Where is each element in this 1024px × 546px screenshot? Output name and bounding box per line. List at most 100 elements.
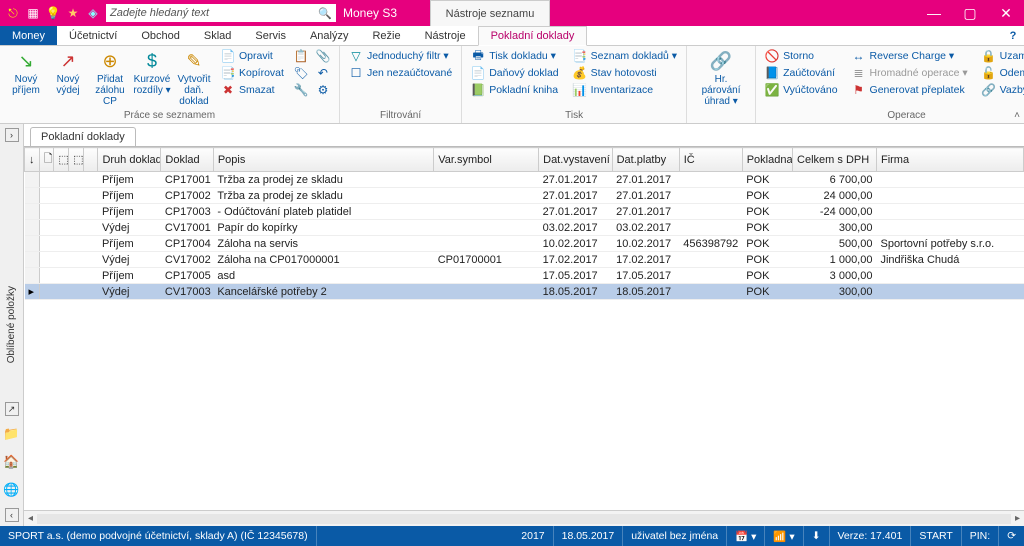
maximize-button[interactable]: ▢: [952, 0, 988, 26]
tisk-dokladu-button[interactable]: 🖶Tisk dokladu ▾: [468, 48, 561, 64]
qat-icon-3[interactable]: 💡: [46, 6, 60, 20]
menu-ucetnictvi[interactable]: Účetnictví: [57, 26, 129, 45]
status-download-icon[interactable]: ⬇: [804, 526, 830, 546]
minimize-button[interactable]: —: [916, 0, 952, 26]
ribbon-misc-4[interactable]: 📎: [313, 48, 333, 64]
ribbon-misc-6[interactable]: ⚙: [313, 82, 333, 98]
col-flag1[interactable]: 🗋: [39, 148, 54, 172]
search-icon[interactable]: 🔍: [318, 7, 332, 20]
kurzove-rozdily-button[interactable]: $Kurzové rozdíly ▾: [132, 48, 172, 109]
pokladni-kniha-button[interactable]: 📗Pokladní kniha: [468, 82, 561, 98]
rail-globe-icon[interactable]: 🌐: [4, 482, 20, 498]
seznam-dokladu-button[interactable]: 📑Seznam dokladů ▾: [570, 48, 680, 64]
col-popis[interactable]: Popis: [213, 148, 433, 172]
ribbon-misc-5[interactable]: ↶: [313, 65, 333, 81]
generovat-preplatek-button[interactable]: ⚑Generovat přeplatek: [849, 82, 971, 98]
menu-analyzy[interactable]: Analýzy: [298, 26, 361, 45]
menu-servis[interactable]: Servis: [243, 26, 298, 45]
ribbon-misc-3[interactable]: 🔧: [291, 82, 311, 98]
inventarizace-button[interactable]: 📊Inventarizace: [570, 82, 680, 98]
status-cal-icon[interactable]: 📅 ▾: [727, 526, 765, 546]
col-flag4[interactable]: [83, 148, 98, 172]
table-row[interactable]: PříjemCP17003- Odúčtování plateb platide…: [25, 204, 1024, 220]
menu-nastroje[interactable]: Nástroje: [413, 26, 478, 45]
zauctovani-button[interactable]: 📘Zaúčtování: [762, 65, 840, 81]
col-pok[interactable]: Pokladna: [742, 148, 792, 172]
jen-nezauctovane-button[interactable]: ☐Jen nezaúčtované: [346, 65, 455, 81]
table-row[interactable]: VýdejCV17001Papír do kopírky03.02.201703…: [25, 220, 1024, 236]
add-icon: ⊕: [98, 50, 122, 74]
data-grid[interactable]: ↓ 🗋 ⬚ ⬚ Druh dokladu Doklad Popis Var.sy…: [24, 147, 1024, 300]
smazat-button[interactable]: ✖Smazat: [218, 82, 287, 98]
status-pin[interactable]: PIN:: [962, 526, 999, 546]
ribbon-collapse-button[interactable]: ˄: [1014, 110, 1020, 121]
uzamceni-button[interactable]: 🔒Uzamčení: [979, 48, 1024, 64]
table-row[interactable]: PříjemCP17002Tržba za prodej ze skladu27…: [25, 188, 1024, 204]
vytvorit-dan-doklad-button[interactable]: ✎Vytvořit daň. doklad: [174, 48, 214, 109]
horizontal-scrollbar[interactable]: ◂ ▸: [24, 510, 1024, 526]
col-druh[interactable]: Druh dokladu: [98, 148, 161, 172]
status-user[interactable]: uživatel bez jména: [623, 526, 727, 546]
vyuctovano-button[interactable]: ✅Vyúčtováno: [762, 82, 840, 98]
kopirovat-button[interactable]: 📑Kopírovat: [218, 65, 287, 81]
stav-hotovosti-button[interactable]: 💰Stav hotovosti: [570, 65, 680, 81]
col-flag2[interactable]: ⬚: [54, 148, 69, 172]
rail-toggle-mid[interactable]: ↗: [5, 402, 19, 416]
ribbon-misc-1[interactable]: 📋: [291, 48, 311, 64]
menu-obchod[interactable]: Obchod: [129, 26, 192, 45]
ribbon-misc-2[interactable]: 🏷: [291, 65, 311, 81]
novy-prijem-button[interactable]: ↘Nový příjem: [6, 48, 46, 109]
hromadne-operace-button[interactable]: ≣Hromadné operace ▾: [849, 65, 971, 81]
novy-vydej-button[interactable]: ↗Nový výdej: [48, 48, 88, 109]
reverse-charge-button[interactable]: ↔Reverse Charge ▾: [849, 48, 971, 64]
search-input[interactable]: Zadejte hledaný text 🔍: [106, 4, 336, 22]
menu-pokladni-doklady[interactable]: Pokladní doklady: [478, 26, 588, 46]
rail-toggle-bottom[interactable]: ‹: [5, 508, 19, 522]
qat-icon-5[interactable]: ◈: [86, 6, 100, 20]
col-doklad[interactable]: Doklad: [161, 148, 213, 172]
qat-icon-1[interactable]: ⎋: [6, 6, 20, 20]
status-year[interactable]: 2017: [513, 526, 553, 546]
table-row[interactable]: PříjemCP17004Záloha na servis10.02.20171…: [25, 236, 1024, 252]
help-button[interactable]: ?: [1002, 26, 1024, 45]
table-row[interactable]: PříjemCP17005asd17.05.201717.05.2017POK3…: [25, 268, 1024, 284]
storno-button[interactable]: 🚫Storno: [762, 48, 840, 64]
qat-icon-4[interactable]: ★: [66, 6, 80, 20]
table-row[interactable]: PříjemCP17001Tržba za prodej ze skladu27…: [25, 172, 1024, 188]
status-refresh-icon[interactable]: ⟳: [999, 526, 1024, 546]
status-start[interactable]: START: [911, 526, 961, 546]
pridat-zalohu-button[interactable]: ⊕Přidat zálohu CP: [90, 48, 130, 109]
table-row[interactable]: ▸VýdejCV17003Kancelářské potřeby 218.05.…: [25, 284, 1024, 300]
col-ic[interactable]: IČ: [679, 148, 742, 172]
tab-pokladni-doklady[interactable]: Pokladní doklady: [30, 127, 136, 146]
col-cdph[interactable]: Celkem s DPH: [793, 148, 877, 172]
table-row[interactable]: VýdejCV17002Záloha na CP017000001CP01700…: [25, 252, 1024, 268]
col-sort[interactable]: ↓: [25, 148, 40, 172]
grid-header-row[interactable]: ↓ 🗋 ⬚ ⬚ Druh dokladu Doklad Popis Var.sy…: [25, 148, 1024, 172]
scroll-left-button[interactable]: ◂: [28, 513, 33, 524]
col-dvys[interactable]: Dat.vystavení: [539, 148, 612, 172]
col-flag3[interactable]: ⬚: [69, 148, 84, 172]
rail-folder-icon[interactable]: 📁: [4, 426, 20, 442]
qat-icon-2[interactable]: ▦: [26, 6, 40, 20]
scroll-right-button[interactable]: ▸: [1015, 513, 1020, 524]
menu-money[interactable]: Money: [0, 26, 57, 45]
col-firma[interactable]: Firma: [876, 148, 1023, 172]
odemceni-button[interactable]: 🔓Odemčení: [979, 65, 1024, 81]
jednoduchy-filtr-button[interactable]: ▽Jednoduchý filtr ▾: [346, 48, 455, 64]
filter-icon: ▽: [349, 49, 363, 63]
close-button[interactable]: ✕: [988, 0, 1024, 26]
opravit-button[interactable]: 📄Opravit: [218, 48, 287, 64]
rail-house-icon[interactable]: 🏠: [4, 454, 20, 470]
col-vs[interactable]: Var.symbol: [434, 148, 539, 172]
status-rss-icon[interactable]: 📶 ▾: [765, 526, 803, 546]
menu-sklad[interactable]: Sklad: [192, 26, 244, 45]
rail-toggle-top[interactable]: ›: [5, 128, 19, 142]
vazby-button[interactable]: 🔗Vazby: [979, 82, 1024, 98]
status-date[interactable]: 18.05.2017: [554, 526, 624, 546]
menu-rezie[interactable]: Režie: [360, 26, 412, 45]
scroll-track[interactable]: [37, 514, 1011, 524]
danovy-doklad-button[interactable]: 📄Daňový doklad: [468, 65, 561, 81]
col-dplat[interactable]: Dat.platby: [612, 148, 679, 172]
hr-parovani-button[interactable]: 🔗Hr. párování úhrad ▾: [693, 48, 749, 109]
